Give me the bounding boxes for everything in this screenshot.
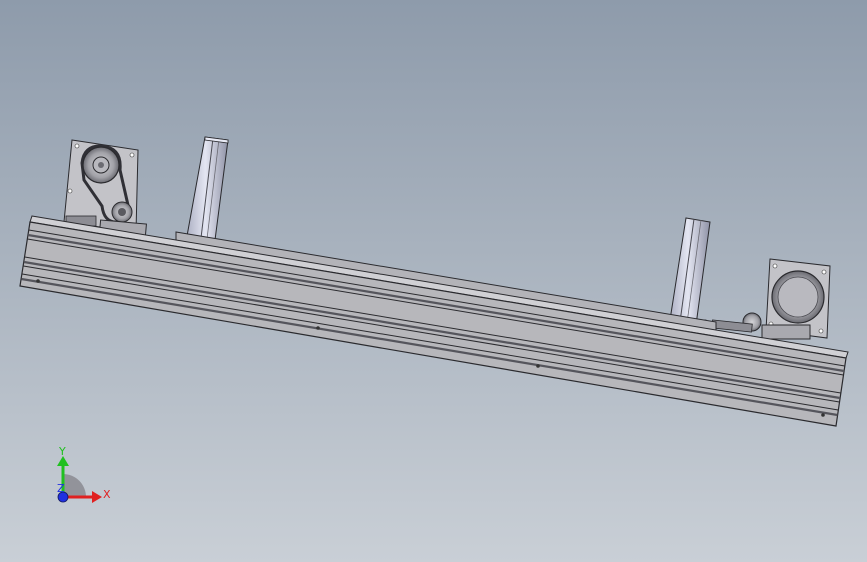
z-axis-label: Z — [57, 482, 65, 495]
left-plate-hole — [129, 152, 135, 158]
right-bearing-block — [761, 324, 811, 340]
right-plate-hole — [772, 263, 778, 269]
left-plate-hole — [67, 188, 73, 194]
cad-scene[interactable]: X Y Z — [0, 0, 867, 562]
right-motor-pulley-inner — [777, 276, 819, 318]
right-plate-hole — [818, 328, 824, 334]
left-plate-hole — [74, 143, 80, 149]
x-axis-label: X — [103, 488, 111, 501]
cad-viewport[interactable]: X Y Z — [0, 0, 867, 562]
rail-screw — [821, 413, 825, 417]
y-axis-label: Y — [58, 445, 66, 458]
rail-screw — [316, 326, 320, 330]
left-idler-hub — [118, 208, 126, 216]
rail-screw — [36, 279, 40, 283]
rail-screw — [536, 364, 540, 368]
left-drive-pulley-bore — [98, 162, 104, 168]
right-plate-hole — [821, 269, 827, 275]
left-motor-assembly[interactable] — [63, 139, 147, 237]
